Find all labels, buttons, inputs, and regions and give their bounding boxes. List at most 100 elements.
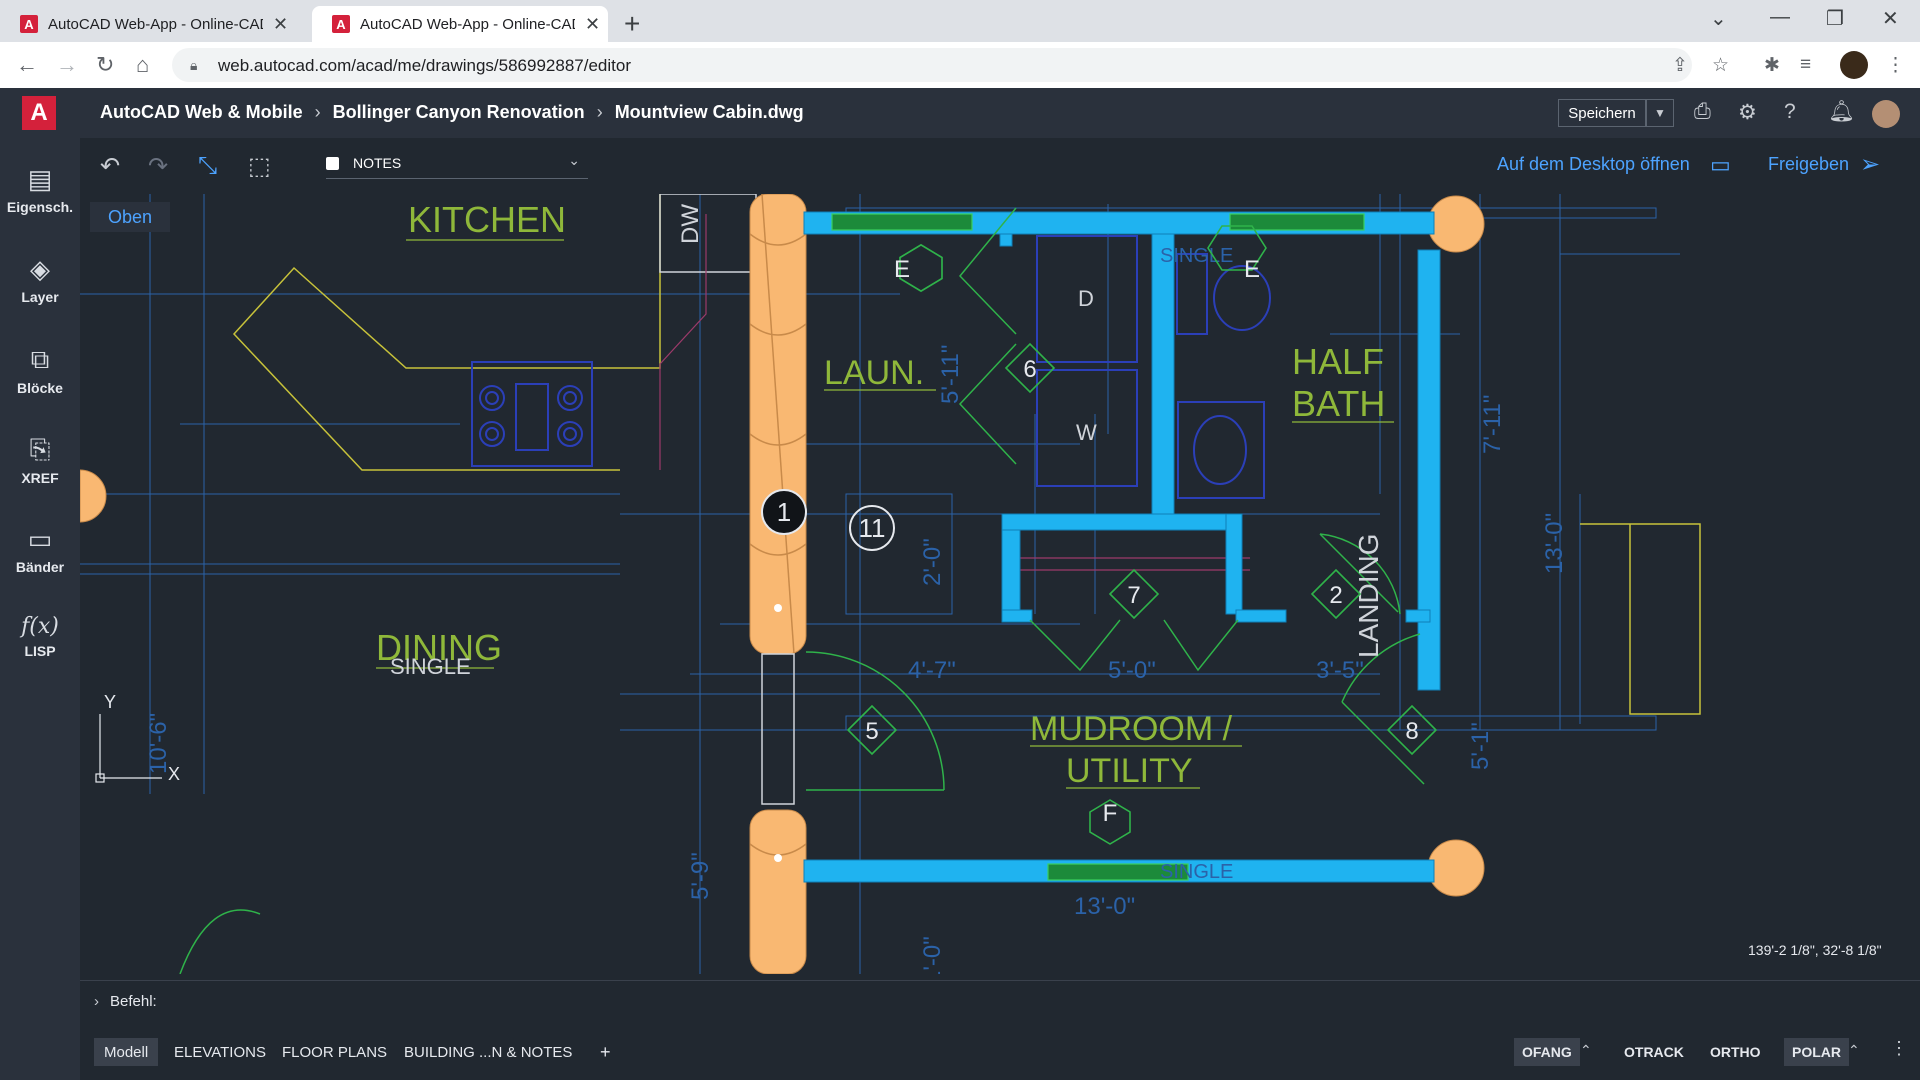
close-window-icon[interactable]: ✕ [1882, 6, 1899, 31]
room-label-bath: BATH [1292, 383, 1385, 424]
tag-text: 6 [1023, 356, 1036, 383]
axis-x-label: X [168, 764, 180, 784]
sidebar-item-properties[interactable]: ▤ Eigensch. [0, 150, 80, 230]
room-label-half: HALF [1292, 341, 1384, 382]
open-desktop-link[interactable]: Auf dem Desktop öffnen [1497, 154, 1690, 175]
tab-search-icon[interactable]: ⌄ [1710, 6, 1727, 31]
reload-icon[interactable]: ↻ [96, 52, 114, 78]
back-icon[interactable]: ← [16, 52, 38, 78]
profile-avatar[interactable] [1840, 51, 1868, 79]
breadcrumb-item[interactable]: AutoCAD Web & Mobile [100, 102, 303, 123]
status-ortho-toggle[interactable]: ORTHO [1702, 1038, 1769, 1066]
browser-tab-title: AutoCAD Web-App - Online-CAD [48, 15, 263, 33]
view-label[interactable]: Oben [90, 202, 170, 232]
coordinate-readout: 139'-2 1/8", 32'-8 1/8" [1748, 942, 1882, 958]
save-dropdown-icon[interactable]: ▼ [1646, 99, 1674, 127]
autocad-favicon-icon: A [20, 15, 38, 33]
autocad-logo-icon[interactable]: A [22, 96, 56, 130]
dimension-text: 4'-7" [908, 657, 956, 684]
close-tab-icon[interactable]: ✕ [273, 14, 288, 35]
layer-name: NOTES [353, 155, 402, 171]
autocad-favicon-icon: A [332, 15, 350, 33]
dimension-text: 2'-0" [919, 538, 946, 586]
dimension-text: 5'-11" [937, 345, 964, 404]
dimension-text: 3'-5" [1316, 657, 1364, 684]
breadcrumb-item[interactable]: Bollinger Canyon Renovation [333, 102, 585, 123]
dimension-text: 5'-1" [1467, 722, 1494, 770]
axis-y-label: Y [104, 692, 116, 712]
layer-dropdown[interactable]: NOTES ⌄ [326, 148, 588, 179]
undo-icon[interactable]: ↶ [100, 152, 120, 181]
tag-text: E [894, 256, 910, 283]
sidebar-item-xref[interactable]: ⎘ XREF [0, 420, 80, 500]
address-bar[interactable]: 🔒︎ web.autocad.com/acad/me/drawings/5869… [172, 48, 1692, 82]
share-link[interactable]: Freigeben [1768, 154, 1849, 175]
label-dryer: D [1078, 286, 1094, 311]
layout-tab-elevations[interactable]: ELEVATIONS [164, 1038, 276, 1066]
browser-tab-bar: A AutoCAD Web-App - Online-CAD ✕ A AutoC… [0, 0, 1920, 42]
extensions-icon[interactable]: ✱ [1764, 54, 1780, 77]
layout-tab-floor-plans[interactable]: FLOOR PLANS [272, 1038, 397, 1066]
layout-tab-model[interactable]: Modell [94, 1038, 159, 1066]
drawing-canvas[interactable]: KITCHEN LAUN. HALF BATH DINING MUDROOM /… [80, 194, 1920, 974]
more-menu-icon[interactable]: ⋮ [1890, 1038, 1908, 1059]
print-icon[interactable]: ⎙ [1694, 100, 1711, 124]
redo-icon[interactable]: ↷ [148, 152, 168, 181]
layout-tab-building-notes[interactable]: BUILDING ...N & NOTES [394, 1038, 582, 1066]
bookmark-star-icon[interactable]: ☆ [1712, 54, 1729, 77]
command-prompt[interactable]: Befehl: [110, 993, 157, 1010]
layers-icon: ◈ [30, 254, 50, 284]
sidebar-item-label: Eigensch. [6, 199, 74, 215]
status-ofang-toggle[interactable]: OFANG [1514, 1038, 1580, 1066]
breadcrumb-item[interactable]: Mountview Cabin.dwg [615, 102, 804, 123]
room-label-utility: UTILITY [1066, 752, 1193, 790]
sidebar-item-lisp[interactable]: f(x) LISP [0, 600, 80, 680]
command-line[interactable]: › Befehl: [80, 980, 1920, 1021]
status-otrack-toggle[interactable]: OTRACK [1616, 1038, 1692, 1066]
home-icon[interactable]: ⌂ [136, 52, 149, 78]
app-header: A AutoCAD Web & Mobile › Bollinger Canyo… [0, 88, 1920, 138]
sidebar-item-label: LISP [24, 643, 56, 659]
tag-text: 7 [1127, 582, 1140, 609]
minimize-icon[interactable]: — [1770, 6, 1790, 29]
stove [471, 361, 593, 467]
zoom-extents-icon[interactable]: ⤡ [198, 152, 217, 180]
save-button[interactable]: Speichern [1558, 99, 1646, 127]
share-page-icon[interactable]: ⇪ [1672, 54, 1688, 77]
reading-list-icon[interactable]: ≡ [1800, 54, 1811, 76]
notifications-bell-icon[interactable]: 🔔︎ [1828, 100, 1855, 124]
close-tab-icon[interactable]: ✕ [585, 14, 600, 35]
dimension-text: 1'-0" [919, 936, 946, 974]
forward-icon[interactable]: → [56, 52, 78, 78]
url-text[interactable]: web.autocad.com/acad/me/drawings/5869928… [218, 56, 631, 76]
status-polar-toggle[interactable]: POLAR [1784, 1038, 1849, 1066]
paper-plane-icon[interactable]: ➢ [1860, 150, 1880, 179]
help-icon[interactable]: ? [1784, 100, 1796, 124]
monitor-icon[interactable]: ▭ [1710, 152, 1731, 178]
add-layout-button[interactable]: + [590, 1038, 621, 1066]
new-tab-icon[interactable]: + [624, 8, 640, 40]
dimension-text: 5'-0" [1108, 657, 1156, 684]
tag-text: 2 [1329, 582, 1342, 609]
browser-tab-title: AutoCAD Web-App - Online-CAD [360, 15, 575, 33]
user-avatar[interactable] [1872, 100, 1900, 128]
browser-menu-icon[interactable]: ⋮ [1886, 54, 1905, 77]
sidebar-item-layers[interactable]: ◈ Layer [0, 240, 80, 320]
floor-plan-drawing[interactable]: KITCHEN LAUN. HALF BATH DINING MUDROOM /… [80, 194, 1920, 974]
drawing-toolbar: ↶ ↷ ⤡ ⬚ NOTES ⌄ Auf dem Desktop öffnen ▭… [80, 138, 1920, 194]
browser-tab-active[interactable]: A AutoCAD Web-App - Online-CAD ✕ [312, 6, 608, 42]
sidebar-item-blocks[interactable]: ⧉ Blöcke [0, 330, 80, 410]
chevron-down-icon: ⌄ [568, 152, 580, 168]
dimension-text: 5'-9" [687, 852, 714, 900]
browser-tab[interactable]: A AutoCAD Web-App - Online-CAD ✕ [0, 6, 300, 42]
layer-color-swatch [326, 156, 339, 170]
zoom-window-icon[interactable]: ⬚ [248, 152, 271, 181]
maximize-icon[interactable]: ❐ [1826, 6, 1844, 31]
chevron-up-icon[interactable]: ⌃ [1580, 1042, 1592, 1059]
gear-icon[interactable]: ⚙ [1738, 100, 1757, 125]
label-single-bottom: SINGLE [1160, 861, 1233, 883]
lock-icon[interactable]: 🔒︎ [190, 57, 197, 74]
chevron-up-icon[interactable]: ⌃ [1848, 1042, 1860, 1059]
sidebar-item-ribbons[interactable]: ▭ Bänder [0, 510, 80, 590]
label-single-top: SINGLE [1160, 245, 1233, 267]
